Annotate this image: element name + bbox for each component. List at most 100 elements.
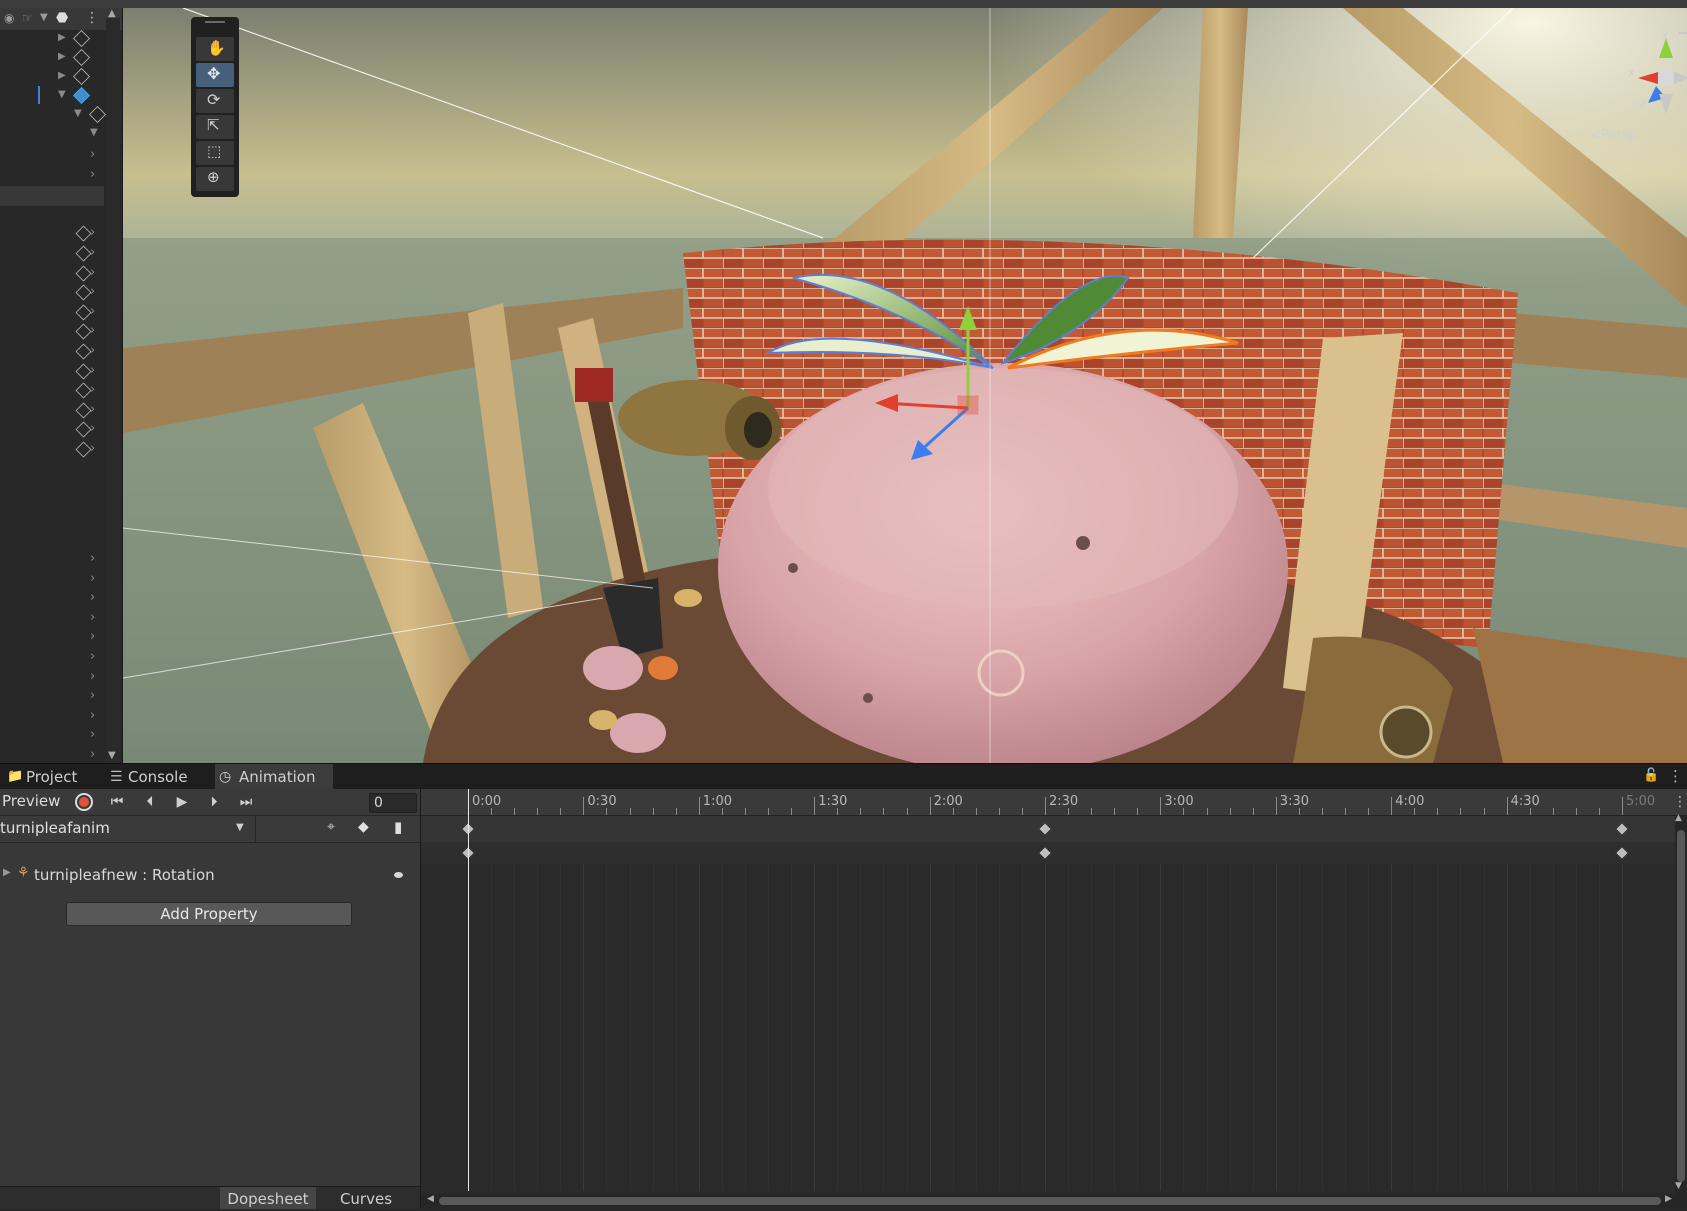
hierarchy-row[interactable]: › — [0, 666, 104, 686]
chevron-down-icon[interactable]: ▼ — [40, 12, 48, 23]
hierarchy-row[interactable]: › — [0, 144, 104, 164]
clip-select[interactable]: turnipleafanim ▼ — [0, 817, 253, 839]
hierarchy-row[interactable]: › — [0, 399, 104, 419]
dopesheet-timeline[interactable]: 0:00 0:30 1:00 1:30 2:00 2:30 3:00 3:30 4:00 4:30… — [421, 789, 1687, 1208]
frame-input[interactable]: 0 — [369, 793, 417, 813]
summary-keyframe[interactable] — [1614, 821, 1630, 837]
hierarchy-row[interactable]: › — [0, 320, 104, 340]
first-keyframe-button[interactable]: ⏮ — [103, 792, 131, 812]
hierarchy-row[interactable]: › — [0, 360, 104, 380]
scroll-left-icon[interactable]: ◀ — [427, 1194, 434, 1204]
rect-tool-button[interactable]: ⬚ — [196, 141, 234, 165]
dopesheet-button[interactable]: Dopesheet — [220, 1187, 316, 1209]
scroll-up-icon[interactable]: ▲ — [1675, 813, 1682, 823]
hierarchy-row[interactable]: › — [0, 418, 104, 438]
expand-arrow-icon[interactable]: ▶ — [58, 51, 66, 62]
tab-console[interactable]: ☰ Console — [108, 764, 214, 790]
keyframe[interactable] — [1037, 845, 1053, 861]
hierarchy-row[interactable]: › — [0, 242, 104, 262]
hierarchy-row[interactable]: ▶ — [0, 66, 104, 86]
hierarchy-row[interactable]: › — [0, 744, 104, 764]
filter-by-selection-icon[interactable]: ⌖ — [327, 819, 335, 835]
property-row[interactable]: ▶ ⚘ turnipleafnew : Rotation — [0, 864, 420, 888]
hierarchy-row[interactable]: › — [0, 379, 104, 399]
more-options-icon[interactable]: ⋮ — [1668, 767, 1683, 785]
expand-arrow-icon[interactable]: › — [90, 147, 95, 162]
expand-arrow-icon[interactable]: ▼ — [90, 127, 98, 138]
expand-arrow-icon[interactable]: › — [90, 610, 95, 625]
hierarchy-row[interactable]: › — [0, 548, 104, 568]
hierarchy-row[interactable]: › — [0, 281, 104, 301]
orientation-gizmo[interactable]: y x z 🔒 — [1573, 18, 1687, 128]
hierarchy-row[interactable]: › — [0, 626, 104, 646]
hierarchy-row[interactable]: › — [0, 340, 104, 360]
expand-arrow-icon[interactable]: › — [90, 649, 95, 664]
hierarchy-row[interactable]: › — [0, 607, 104, 627]
scale-tool-button[interactable]: ⇱ — [196, 115, 234, 139]
expand-arrow-icon[interactable]: › — [90, 551, 95, 566]
move-tool-button[interactable]: ✥ — [196, 63, 234, 87]
expand-arrow-icon[interactable]: › — [90, 571, 95, 586]
scene-view[interactable]: ✋ ✥ ⟳ ⇱ ⬚ ⊕ y x z 🔒 — [123, 8, 1687, 763]
more-options-icon[interactable]: ⋮ — [85, 10, 99, 26]
playhead[interactable] — [468, 789, 469, 1191]
hierarchy-row[interactable]: › — [0, 164, 104, 184]
last-keyframe-button[interactable]: ⏭ — [232, 792, 260, 812]
horizontal-scrollbar[interactable]: ◀ ▶ — [421, 1194, 1687, 1208]
preview-toggle[interactable]: Preview — [2, 792, 60, 810]
drag-handle[interactable] — [205, 21, 225, 23]
vertical-scrollbar[interactable] — [1675, 816, 1687, 1194]
timeline-options-icon[interactable]: ⋮ — [1673, 794, 1687, 810]
expand-arrow-icon[interactable]: › — [90, 167, 95, 182]
summary-keyframe[interactable] — [1037, 821, 1053, 837]
hierarchy-row[interactable]: › — [0, 685, 104, 705]
scroll-down-icon[interactable]: ▼ — [1675, 1181, 1682, 1191]
scroll-down-icon[interactable]: ▼ — [108, 750, 116, 761]
next-keyframe-button[interactable]: ⏵ — [200, 792, 228, 812]
expand-arrow-icon[interactable]: › — [90, 727, 95, 742]
hierarchy-scrollbar[interactable] — [106, 18, 224, 763]
hierarchy-row[interactable]: ▶ — [0, 47, 104, 67]
hierarchy-row[interactable]: › — [0, 262, 104, 282]
record-button[interactable] — [70, 792, 98, 812]
persp-label[interactable]: <Persp — [1590, 128, 1637, 143]
hierarchy-row[interactable]: › — [0, 301, 104, 321]
vertical-scroll-thumb[interactable] — [1677, 830, 1685, 1182]
expand-arrow-icon[interactable]: ▼ — [74, 108, 82, 119]
expand-arrow-icon[interactable]: › — [90, 669, 95, 684]
hand-tool-button[interactable]: ✋ — [196, 37, 234, 61]
hierarchy-row[interactable]: › — [0, 724, 104, 744]
expand-arrow-icon[interactable]: ▼ — [58, 89, 66, 100]
hierarchy-row[interactable]: › — [0, 222, 104, 242]
previous-keyframe-button[interactable]: ⏴ — [136, 792, 164, 812]
hierarchy-row[interactable]: ▶ — [0, 28, 104, 48]
expand-arrow-icon[interactable]: › — [90, 688, 95, 703]
play-button[interactable]: ▶ — [168, 792, 196, 812]
expand-arrow-icon[interactable]: ▶ — [58, 32, 66, 43]
scroll-right-icon[interactable]: ▶ — [1665, 1194, 1672, 1204]
pick-icon[interactable]: ☞ — [22, 11, 33, 25]
add-event-icon[interactable]: ▮ — [394, 818, 402, 836]
expand-arrow-icon[interactable]: ▶ — [3, 867, 11, 878]
curves-button[interactable]: Curves — [318, 1187, 414, 1209]
time-ruler[interactable]: 0:00 0:30 1:00 1:30 2:00 2:30 3:00 3:30 4:00 4:30… — [421, 789, 1687, 816]
expand-arrow-icon[interactable]: › — [90, 708, 95, 723]
property-options-icon[interactable] — [394, 872, 403, 878]
hierarchy-row[interactable]: › — [0, 646, 104, 666]
add-property-button[interactable]: Add Property — [66, 902, 352, 926]
hierarchy-row[interactable]: ▼ — [0, 123, 104, 143]
hierarchy-row[interactable]: › — [0, 438, 104, 458]
tab-project[interactable]: 📁 Project — [4, 764, 100, 790]
tab-animation[interactable]: ◷ Animation — [215, 764, 333, 790]
hierarchy-row[interactable]: ▼ — [0, 85, 104, 105]
expand-arrow-icon[interactable]: › — [90, 629, 95, 644]
axis-gizmo-icon[interactable]: y x z — [1618, 28, 1687, 128]
expand-arrow-icon[interactable]: › — [90, 747, 95, 762]
expand-arrow-icon[interactable]: › — [90, 590, 95, 605]
add-keyframe-icon[interactable]: ◆ — [358, 819, 369, 835]
hierarchy-row[interactable]: ▼ — [0, 104, 106, 124]
hierarchy-row[interactable]: › — [0, 705, 104, 725]
scroll-up-icon[interactable]: ▲ — [108, 8, 116, 19]
hierarchy-row[interactable]: › — [0, 587, 104, 607]
lock-icon[interactable]: 🔓 — [1643, 768, 1659, 783]
